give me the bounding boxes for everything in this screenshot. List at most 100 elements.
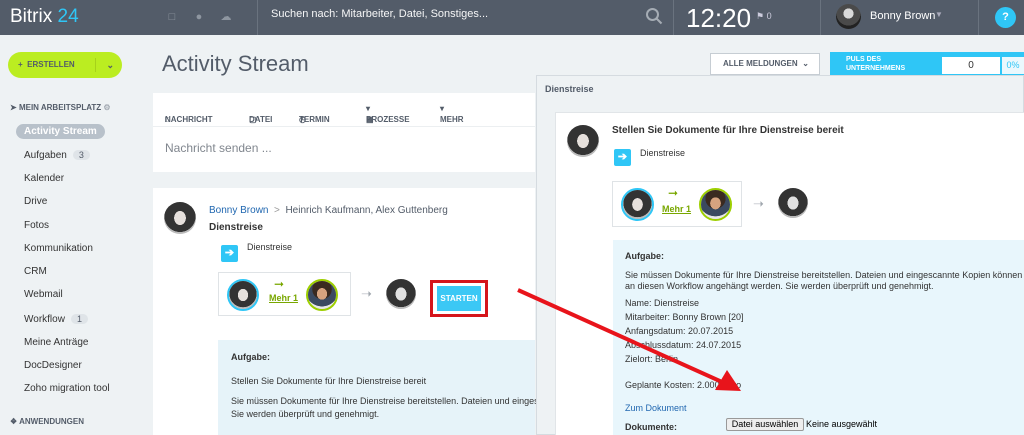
sidebar-item-communication[interactable]: Kommunikation bbox=[24, 243, 93, 254]
divider bbox=[978, 0, 979, 35]
sidebar-item-webmail[interactable]: Webmail bbox=[24, 289, 63, 300]
pulse-label: PULS DES UNTERNEHMENS bbox=[846, 56, 906, 72]
message-input[interactable]: Nachricht senden ... bbox=[165, 141, 272, 155]
task-heading: Aufgabe: bbox=[625, 251, 664, 261]
field-costs: Geplante Kosten: 2.000 Euro bbox=[625, 380, 742, 390]
chevron-down-icon: ⌄ bbox=[802, 59, 809, 68]
field-name: Name: Dienstreise bbox=[625, 298, 700, 308]
field-start-date: Anfangsdatum: 20.07.2015 bbox=[625, 326, 734, 336]
author-link[interactable]: Bonny Brown bbox=[209, 205, 268, 216]
flag-icon[interactable]: ⚑ 0 bbox=[756, 11, 772, 22]
avatar[interactable] bbox=[621, 188, 654, 221]
task-description-2: an diesen Workflow angehängt werden. Sie… bbox=[625, 281, 934, 291]
tab-more[interactable]: MEHR ▾ bbox=[440, 104, 464, 124]
task-heading: Aufgabe: bbox=[231, 352, 270, 362]
task-box: Aufgabe: Sie müssen Dokumente für Ihre D… bbox=[613, 240, 1024, 435]
doc-label: Dienstreise bbox=[247, 242, 293, 252]
task-description: Sie müssen Dokumente für Ihre Dienstreis… bbox=[231, 396, 544, 406]
avatar[interactable] bbox=[227, 279, 259, 311]
document-icon: ➔ bbox=[614, 149, 631, 166]
user-avatar[interactable] bbox=[836, 4, 861, 29]
field-employee: Mitarbeiter: Bonny Brown [20] bbox=[625, 312, 744, 322]
divider bbox=[820, 0, 821, 35]
workflow-participants: ➞ Mehr 1 bbox=[612, 181, 742, 227]
start-button[interactable]: STARTEN bbox=[437, 286, 481, 311]
dialog-heading: Stellen Sie Dokumente für Ihre Dienstrei… bbox=[612, 125, 844, 136]
document-link[interactable]: Zum Dokument bbox=[625, 403, 687, 413]
workflow-dialog: Dienstreise Stellen Sie Dokumente für Ih… bbox=[536, 75, 1024, 435]
filter-dropdown[interactable]: ALLE MELDUNGEN ⌄ bbox=[710, 53, 820, 75]
pulse-percent: 0% bbox=[1002, 57, 1024, 74]
sidebar-item-workflow[interactable]: Workflow 1 bbox=[24, 314, 88, 325]
divider bbox=[257, 0, 258, 35]
chevron-right-icon: > bbox=[271, 205, 283, 216]
count-badge: 1 bbox=[70, 314, 88, 324]
logo[interactable]: Bitrix 24 bbox=[10, 6, 79, 28]
choose-file-button[interactable]: Datei auswählen bbox=[726, 418, 804, 431]
compose-box: □ NACHRICHT ▢ DATEI ◷ TERMIN ▦ PROZESSE … bbox=[153, 93, 535, 172]
flag-count: 0 bbox=[766, 11, 772, 21]
more-link[interactable]: Mehr 1 bbox=[269, 293, 298, 303]
chat-icon[interactable]: □ bbox=[166, 11, 178, 23]
cloud-icon[interactable]: ☁ bbox=[220, 11, 232, 23]
chevron-down-icon[interactable]: ⌄ bbox=[106, 52, 114, 78]
apps-icon: ❖ bbox=[10, 417, 18, 426]
top-bar: Bitrix 24 □ ● ☁ Suchen nach: Mitarbeiter… bbox=[0, 0, 1024, 35]
divider bbox=[153, 126, 535, 127]
section-heading-workplace[interactable]: ➤ MEIN ARBEITSPLATZ ⚙ bbox=[10, 103, 111, 112]
task-description-2: Sie werden überprüft und genehmigt. bbox=[231, 409, 380, 419]
plus-icon: + bbox=[18, 60, 23, 69]
workflow-participants: ➞ Mehr 1 bbox=[218, 272, 351, 316]
search-icon[interactable] bbox=[645, 7, 663, 25]
recipients[interactable]: Heinrich Kaufmann, Alex Guttenberg bbox=[285, 205, 447, 216]
help-button[interactable]: ? bbox=[995, 7, 1016, 28]
dialog-title: Dienstreise bbox=[545, 84, 594, 94]
sidebar-item-zoho[interactable]: Zoho migration tool bbox=[24, 383, 110, 394]
pulse-value: 0 bbox=[942, 57, 1000, 74]
bell-icon[interactable]: ● bbox=[193, 11, 205, 23]
divider bbox=[673, 0, 674, 35]
documents-label: Dokumente: bbox=[625, 422, 678, 432]
divider bbox=[95, 58, 96, 72]
file-status: Keine ausgewählt bbox=[806, 419, 878, 429]
field-destination: Zielort: Berlin bbox=[625, 354, 679, 364]
more-link[interactable]: Mehr 1 bbox=[662, 204, 691, 214]
avatar[interactable] bbox=[306, 279, 338, 311]
gear-icon[interactable]: ⚙ bbox=[103, 103, 110, 112]
sidebar-item-docdesigner[interactable]: DocDesigner bbox=[24, 360, 82, 371]
field-end-date: Abschlussdatum: 24.07.2015 bbox=[625, 340, 742, 350]
task-description: Sie müssen Dokumente für Ihre Dienstreis… bbox=[625, 270, 1023, 280]
document-icon: ➔ bbox=[221, 245, 238, 262]
arrow-right-icon: ➝ bbox=[753, 196, 764, 211]
sidebar-item-tasks[interactable]: Aufgaben 3 bbox=[24, 150, 90, 161]
avatar[interactable] bbox=[778, 188, 808, 218]
tab-processes[interactable]: ▦ PROZESSE ▾ bbox=[366, 104, 410, 124]
arrow-right-icon: ➞ bbox=[274, 277, 285, 291]
avatar[interactable] bbox=[567, 125, 599, 157]
chevron-down-icon[interactable]: ▼ bbox=[935, 10, 943, 19]
section-heading-apps[interactable]: ❖ ANWENDUNGEN bbox=[10, 417, 84, 426]
arrow-right-icon: ➞ bbox=[668, 186, 679, 200]
pin-icon: ➤ bbox=[10, 103, 17, 112]
sidebar-item-photos[interactable]: Fotos bbox=[24, 220, 49, 231]
avatar[interactable] bbox=[164, 202, 196, 234]
search-input[interactable]: Suchen nach: Mitarbeiter, Datei, Sonstig… bbox=[271, 8, 488, 20]
sidebar: + ERSTELLEN ⌄ ➤ MEIN ARBEITSPLATZ ⚙ Acti… bbox=[0, 35, 138, 435]
count-badge: 3 bbox=[72, 150, 90, 160]
avatar[interactable] bbox=[699, 188, 732, 221]
start-button-highlight: STARTEN bbox=[430, 280, 488, 317]
clock[interactable]: 12:20 bbox=[686, 3, 751, 34]
user-name[interactable]: Bonny Brown bbox=[870, 10, 935, 22]
create-button[interactable]: + ERSTELLEN ⌄ bbox=[8, 52, 122, 78]
arrow-right-icon: ➝ bbox=[361, 286, 372, 301]
sidebar-item-my-requests[interactable]: Meine Anträge bbox=[24, 337, 89, 348]
avatar[interactable] bbox=[386, 279, 416, 309]
dialog-body: Stellen Sie Dokumente für Ihre Dienstrei… bbox=[555, 112, 1024, 435]
sidebar-item-calendar[interactable]: Kalender bbox=[24, 173, 64, 184]
post-title: Dienstreise bbox=[209, 222, 263, 233]
sidebar-item-crm[interactable]: CRM bbox=[24, 266, 47, 277]
sidebar-item-activity-stream[interactable]: Activity Stream bbox=[16, 124, 105, 139]
page-title: Activity Stream bbox=[162, 51, 309, 76]
sidebar-item-drive[interactable]: Drive bbox=[24, 196, 47, 207]
doc-label: Dienstreise bbox=[640, 148, 686, 158]
